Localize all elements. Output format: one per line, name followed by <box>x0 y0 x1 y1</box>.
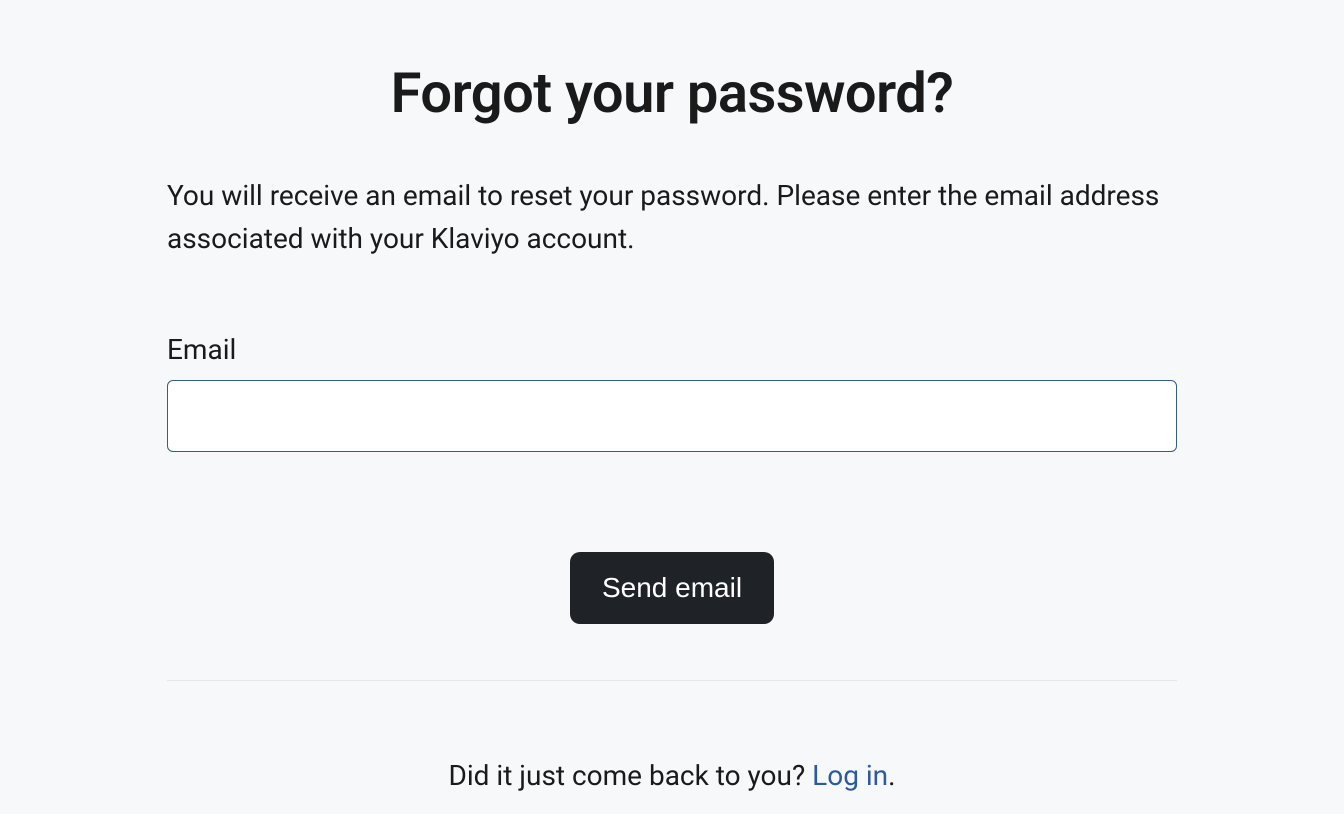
email-label: Email <box>167 333 1177 366</box>
login-link[interactable]: Log in <box>812 759 888 792</box>
footer-suffix: . <box>888 759 895 792</box>
page-title: Forgot your password? <box>167 60 1177 126</box>
divider <box>167 680 1177 681</box>
forgot-password-container: Forgot your password? You will receive a… <box>167 0 1177 792</box>
button-row: Send email <box>167 552 1177 624</box>
footer-text: Did it just come back to you? Log in. <box>167 759 1177 792</box>
page-description: You will receive an email to reset your … <box>167 174 1177 261</box>
email-field[interactable] <box>167 380 1177 452</box>
send-email-button[interactable]: Send email <box>570 552 774 624</box>
footer-prompt: Did it just come back to you? <box>448 759 812 792</box>
